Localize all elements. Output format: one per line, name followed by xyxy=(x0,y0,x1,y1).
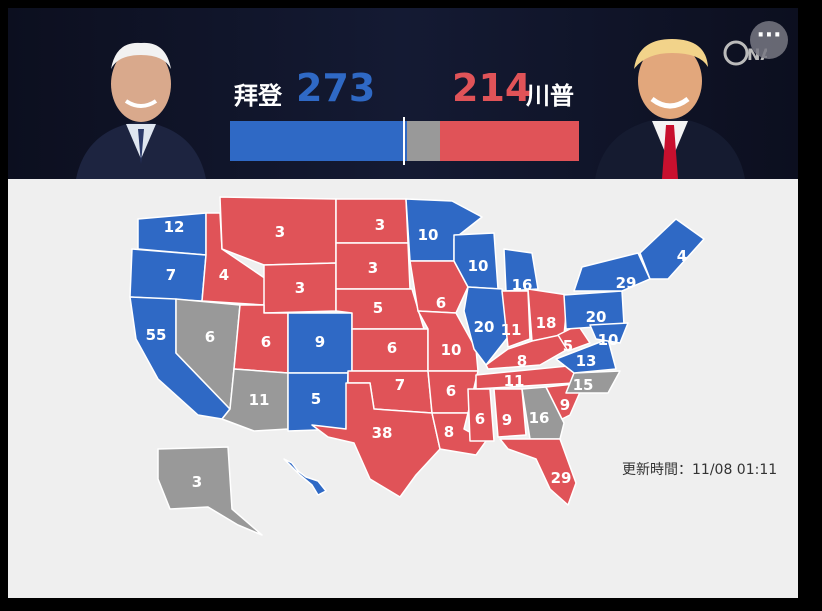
state-nd[interactable] xyxy=(335,198,409,244)
state-wy-votes-label: 3 xyxy=(295,279,305,297)
state-mo-votes-label: 10 xyxy=(441,341,462,359)
state-ny-votes-label: 29 xyxy=(616,274,637,292)
trump-name: 川普 xyxy=(526,82,574,110)
vote-progress-bar xyxy=(230,117,579,165)
majority-marker xyxy=(403,117,405,165)
state-il-votes-label: 20 xyxy=(474,318,495,336)
state-mt-votes-label: 3 xyxy=(275,223,285,241)
biden-bar xyxy=(230,121,408,161)
state-nm-votes-label: 5 xyxy=(311,390,321,408)
state-wv-votes-label: 5 xyxy=(563,337,573,355)
state-pa-votes-label: 20 xyxy=(586,308,607,326)
state-id-votes-label: 4 xyxy=(219,266,229,284)
state-wi-votes-label: 10 xyxy=(468,257,489,275)
state-me-votes-label: 4 xyxy=(677,247,687,265)
state-tn-votes-label: 11 xyxy=(504,372,525,390)
results-header: 拜登 273 214 川普 NA ··· xyxy=(8,8,798,179)
state-ny[interactable] xyxy=(573,252,651,292)
trump-bar xyxy=(440,121,579,161)
state-ok-votes-label: 7 xyxy=(395,376,405,394)
state-ky-votes-label: 8 xyxy=(517,352,527,370)
state-ne-votes-label: 5 xyxy=(373,299,383,317)
biden-vote-count: 273 xyxy=(296,66,376,110)
biden-name: 拜登 xyxy=(234,82,282,110)
state-mn-votes-label: 10 xyxy=(418,226,439,244)
state-mi-votes-label: 16 xyxy=(512,276,533,294)
election-card: 拜登 273 214 川普 NA ··· 12 7 55 6 4 3 3 6 11 9 5 3 3 5 6 7… xyxy=(8,8,798,598)
state-ar-votes-label: 6 xyxy=(446,382,456,400)
state-la-votes-label: 8 xyxy=(444,423,454,441)
biden-portrait xyxy=(76,42,206,179)
state-me[interactable] xyxy=(639,218,705,280)
state-oh-votes-label: 18 xyxy=(536,314,557,332)
state-nd-votes-label: 3 xyxy=(375,216,385,234)
state-ms-votes-label: 6 xyxy=(475,410,485,428)
state-sd-votes-label: 3 xyxy=(368,259,378,277)
state-ak-votes-label: 3 xyxy=(192,473,202,491)
state-az-votes-label: 11 xyxy=(249,391,270,409)
state-va-votes-label: 13 xyxy=(576,352,597,370)
state-fl-votes-label: 29 xyxy=(551,469,572,487)
state-ks-votes-label: 6 xyxy=(387,339,397,357)
state-ga-votes-label: 16 xyxy=(529,409,550,427)
state-in-votes-label: 11 xyxy=(501,321,522,339)
state-ia-votes-label: 6 xyxy=(436,294,446,312)
more-options-button[interactable]: ··· xyxy=(750,21,788,59)
state-al-votes-label: 9 xyxy=(502,411,512,429)
state-or-votes-label: 7 xyxy=(166,266,176,284)
state-sc-votes-label: 9 xyxy=(560,396,570,414)
state-hi[interactable] xyxy=(283,458,327,496)
electoral-map: 12 7 55 6 4 3 3 6 11 9 5 3 3 5 6 7 38 10 6 10 6 8 10 20 16 11 18 8 1… xyxy=(129,196,705,536)
update-time: 更新時間：11/08 01:11 xyxy=(622,462,778,478)
state-nv-votes-label: 6 xyxy=(205,328,215,346)
state-md-votes-label: 10 xyxy=(598,331,619,349)
state-ak[interactable] xyxy=(157,446,263,536)
state-wa-votes-label: 12 xyxy=(164,218,185,236)
state-tx-votes-label: 38 xyxy=(372,424,393,442)
trump-vote-count: 214 xyxy=(452,66,532,110)
state-co-votes-label: 9 xyxy=(315,333,325,351)
state-ut-votes-label: 6 xyxy=(261,333,271,351)
state-nc-votes-label: 15 xyxy=(573,376,594,394)
state-ca-votes-label: 55 xyxy=(146,326,167,344)
